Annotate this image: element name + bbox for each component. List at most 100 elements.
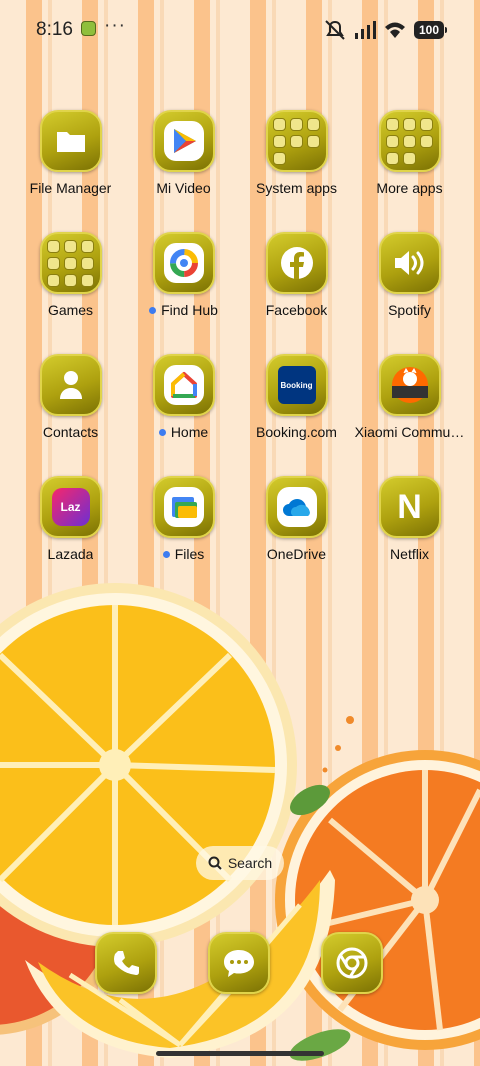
files-tile[interactable] bbox=[152, 476, 215, 538]
search-icon bbox=[208, 856, 222, 870]
system-apps-folder-tile[interactable] bbox=[265, 110, 328, 172]
app-file-manager[interactable]: File Manager bbox=[14, 110, 127, 232]
cloud-icon-bg bbox=[276, 487, 317, 527]
contacts-tile[interactable] bbox=[39, 354, 102, 416]
app-label: File Manager bbox=[30, 180, 112, 196]
phone-icon bbox=[114, 951, 139, 975]
app-label: Find Hub bbox=[149, 302, 218, 318]
speaker-icon bbox=[394, 251, 423, 275]
app-xiaomi-community[interactable]: Xiaomi Commu… bbox=[353, 354, 466, 476]
app-label-text: OneDrive bbox=[266, 546, 327, 562]
app-label-text: Find Hub bbox=[161, 302, 218, 318]
new-app-dot bbox=[149, 306, 157, 314]
booking-icon: Booking bbox=[277, 366, 316, 404]
search-label: Search bbox=[227, 855, 273, 871]
app-row: File Manager Mi Video System apps More a… bbox=[14, 110, 466, 232]
app-lazada[interactable]: Laz Lazada bbox=[14, 476, 127, 598]
person-icon bbox=[59, 371, 82, 399]
app-label: Games bbox=[48, 302, 93, 318]
app-contacts[interactable]: Contacts bbox=[14, 354, 127, 476]
booking-tile[interactable]: Booking bbox=[265, 354, 328, 416]
app-label-text: Xiaomi Commu… bbox=[354, 424, 465, 440]
facebook-icon bbox=[280, 247, 313, 279]
app-label-text: Lazada bbox=[47, 546, 94, 562]
app-netflix[interactable]: N Netflix bbox=[353, 476, 466, 598]
home-tile[interactable] bbox=[152, 354, 215, 416]
gesture-home-bar[interactable] bbox=[156, 1051, 324, 1056]
lazada-icon: Laz bbox=[51, 488, 90, 526]
signal-icon bbox=[354, 21, 376, 39]
battery-indicator: 100 bbox=[413, 21, 448, 39]
app-games[interactable]: Games bbox=[14, 232, 127, 354]
app-label: OneDrive bbox=[267, 546, 326, 562]
more-apps-folder-tile[interactable] bbox=[378, 110, 441, 172]
app-mi-video[interactable]: Mi Video bbox=[127, 110, 240, 232]
xiaomi-community-icon bbox=[391, 367, 428, 403]
folder-group-icon bbox=[47, 239, 94, 287]
app-row: Contacts Home Booking Booking.com Xiaomi… bbox=[14, 354, 466, 476]
mi-video-tile[interactable] bbox=[152, 110, 215, 172]
app-label: Mi Video bbox=[156, 180, 210, 196]
netflix-icon: N bbox=[397, 487, 422, 526]
dock-chrome[interactable] bbox=[321, 932, 383, 994]
app-label-text: System apps bbox=[256, 180, 337, 196]
app-home[interactable]: Home bbox=[127, 354, 240, 476]
find-hub-tile[interactable] bbox=[152, 232, 215, 294]
new-app-dot bbox=[158, 428, 166, 436]
find-hub-icon bbox=[169, 249, 198, 277]
app-onedrive[interactable]: OneDrive bbox=[240, 476, 353, 598]
silent-bell-icon bbox=[325, 20, 345, 40]
xiaomi-community-tile[interactable] bbox=[378, 354, 441, 416]
app-label-text: Spotify bbox=[388, 302, 431, 318]
chrome-tile[interactable] bbox=[321, 932, 383, 994]
messages-tile[interactable] bbox=[208, 932, 270, 994]
folder-group-icon bbox=[273, 117, 320, 165]
app-label: Xiaomi Commu… bbox=[355, 424, 465, 440]
message-icon bbox=[224, 950, 254, 977]
folder-icon bbox=[56, 132, 85, 152]
phone-tile[interactable] bbox=[95, 932, 157, 994]
app-label: Facebook bbox=[266, 302, 327, 318]
app-label: Netflix bbox=[390, 546, 429, 562]
files-icon-bg bbox=[163, 487, 204, 527]
netflix-tile[interactable]: N bbox=[378, 476, 441, 538]
app-label: Home bbox=[158, 424, 209, 440]
app-spotify[interactable]: Spotify bbox=[353, 232, 466, 354]
games-folder-tile[interactable] bbox=[39, 232, 102, 294]
app-label: Spotify bbox=[388, 302, 431, 318]
home-icon-bg bbox=[163, 365, 204, 405]
app-system-apps[interactable]: System apps bbox=[240, 110, 353, 232]
spotify-tile[interactable] bbox=[378, 232, 441, 294]
app-facebook[interactable]: Facebook bbox=[240, 232, 353, 354]
app-label: Files bbox=[162, 546, 205, 562]
app-label-text: File Manager bbox=[29, 180, 112, 196]
lazada-tile[interactable]: Laz bbox=[39, 476, 102, 538]
app-more-apps[interactable]: More apps bbox=[353, 110, 466, 232]
app-label: System apps bbox=[256, 180, 337, 196]
app-booking[interactable]: Booking Booking.com bbox=[240, 354, 353, 476]
app-label-text: Facebook bbox=[265, 302, 328, 318]
folder-group-icon bbox=[386, 117, 433, 165]
status-bar: 8:16 ··· 100 bbox=[0, 0, 480, 60]
app-label: Booking.com bbox=[256, 424, 337, 440]
dock-phone[interactable] bbox=[95, 932, 157, 994]
app-grid: File Manager Mi Video System apps More a… bbox=[14, 110, 466, 598]
notification-app-icon bbox=[81, 21, 96, 36]
onedrive-tile[interactable] bbox=[265, 476, 328, 538]
search-button[interactable]: Search bbox=[196, 846, 284, 880]
app-label: More apps bbox=[376, 180, 442, 196]
app-row: Laz Lazada Files OneDrive N Netflix bbox=[14, 476, 466, 598]
app-find-hub[interactable]: Find Hub bbox=[127, 232, 240, 354]
facebook-tile[interactable] bbox=[265, 232, 328, 294]
more-notifications-icon: ··· bbox=[104, 15, 126, 36]
app-label-text: Home bbox=[170, 424, 209, 440]
app-files[interactable]: Files bbox=[127, 476, 240, 598]
chrome-icon bbox=[336, 947, 368, 979]
dock-messages[interactable] bbox=[208, 932, 270, 994]
files-icon bbox=[171, 497, 197, 518]
app-label-text: Files bbox=[174, 546, 205, 562]
app-label-text: Mi Video bbox=[156, 180, 211, 196]
wifi-icon bbox=[384, 22, 405, 38]
file-manager-tile[interactable] bbox=[39, 110, 102, 172]
play-icon bbox=[173, 129, 196, 153]
